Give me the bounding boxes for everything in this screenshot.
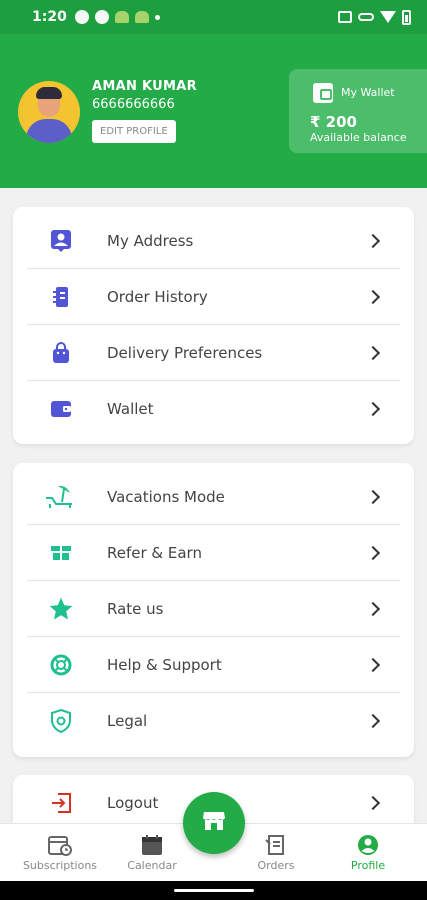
address-icon (47, 227, 75, 255)
nav-profile-label: Profile (350, 859, 386, 872)
android-icon (114, 11, 129, 23)
notification-icons (74, 10, 160, 24)
bag-icon (47, 339, 75, 367)
menu-item-delivery-preferences[interactable]: Delivery Preferences (27, 325, 400, 381)
shield-icon (47, 707, 75, 735)
system-icons (338, 9, 411, 25)
edit-profile-button[interactable]: EDIT PROFILE (92, 120, 176, 143)
menu-item-label: Order History (107, 287, 208, 306)
logout-label: Logout (107, 794, 159, 812)
orders-icon (264, 834, 288, 856)
chevron-right-icon (365, 657, 381, 672)
menu-item-help-support[interactable]: Help & Support (27, 637, 400, 693)
chevron-right-icon (365, 601, 381, 616)
wallet-card[interactable]: My Wallet ₹ 200 Available balance (289, 69, 427, 153)
nav-orders-label: Orders (257, 859, 295, 872)
home-gesture-handle[interactable] (174, 889, 254, 892)
more-menu: Vacations Mode Refer & Earn Rate us Help… (13, 463, 414, 757)
chevron-right-icon (365, 233, 381, 248)
logout-icon (47, 789, 75, 817)
chevron-right-icon (365, 289, 381, 304)
nav-subscriptions-label: Subscriptions (22, 859, 98, 872)
calendar-clock-icon (48, 834, 72, 856)
user-name: AMAN KUMAR (92, 79, 197, 94)
menu-item-label: Vacations Mode (107, 487, 225, 506)
more-notifications-icon (154, 14, 160, 20)
menu-item-vacations-mode[interactable]: Vacations Mode (27, 469, 400, 525)
menu-item-label: Rate us (107, 599, 164, 618)
status-bar: 1:20 (0, 0, 427, 34)
android-icon (134, 11, 149, 23)
calendar-icon (140, 834, 164, 856)
chevron-right-icon (365, 345, 381, 360)
wallet-icon (313, 83, 333, 103)
wallet-balance-label: Available balance (310, 131, 407, 144)
wifi-icon (380, 11, 396, 23)
vpn-key-icon (358, 13, 374, 21)
chevron-right-icon (365, 713, 381, 729)
account-menu: My Address Order History Delivery Prefer… (13, 207, 414, 444)
menu-item-label: Help & Support (107, 655, 222, 674)
chevron-right-icon (365, 545, 381, 560)
gesture-navigation-bar (0, 881, 427, 900)
nav-subscriptions[interactable]: Subscriptions (10, 824, 110, 882)
wallet-icon (47, 395, 75, 423)
profile-icon (356, 834, 380, 856)
avatar (18, 81, 80, 143)
wallet-title: My Wallet (341, 86, 395, 99)
notification-icon (74, 10, 89, 24)
store-fab-button[interactable] (183, 792, 245, 854)
beach-umbrella-icon (43, 483, 77, 511)
menu-item-label: Legal (107, 712, 148, 730)
store-icon (202, 810, 226, 836)
menu-item-order-history[interactable]: Order History (27, 269, 400, 325)
menu-item-label: My Address (107, 231, 194, 250)
menu-item-label: Wallet (107, 400, 154, 418)
menu-item-label: Delivery Preferences (107, 343, 263, 362)
lifebuoy-icon (47, 651, 75, 679)
nav-profile[interactable]: Profile (318, 824, 418, 882)
chevron-right-icon (365, 401, 381, 417)
chevron-right-icon (365, 795, 381, 811)
menu-item-wallet[interactable]: Wallet (27, 381, 400, 437)
menu-item-rate-us[interactable]: Rate us (27, 581, 400, 637)
status-time: 1:20 (32, 9, 67, 25)
menu-item-my-address[interactable]: My Address (27, 213, 400, 269)
menu-item-legal[interactable]: Legal (27, 693, 400, 749)
gift-icon (47, 539, 75, 567)
order-history-icon (47, 283, 75, 311)
battery-icon (402, 9, 411, 25)
play-icon (94, 10, 109, 24)
chevron-right-icon (365, 489, 381, 504)
nav-calendar-label: Calendar (127, 859, 177, 872)
cast-icon (338, 11, 352, 23)
wallet-balance: ₹ 200 (310, 113, 357, 131)
user-phone: 6666666666 (92, 97, 175, 112)
menu-item-refer-earn[interactable]: Refer & Earn (27, 525, 400, 581)
star-icon (47, 595, 75, 623)
menu-item-label: Refer & Earn (107, 543, 202, 562)
